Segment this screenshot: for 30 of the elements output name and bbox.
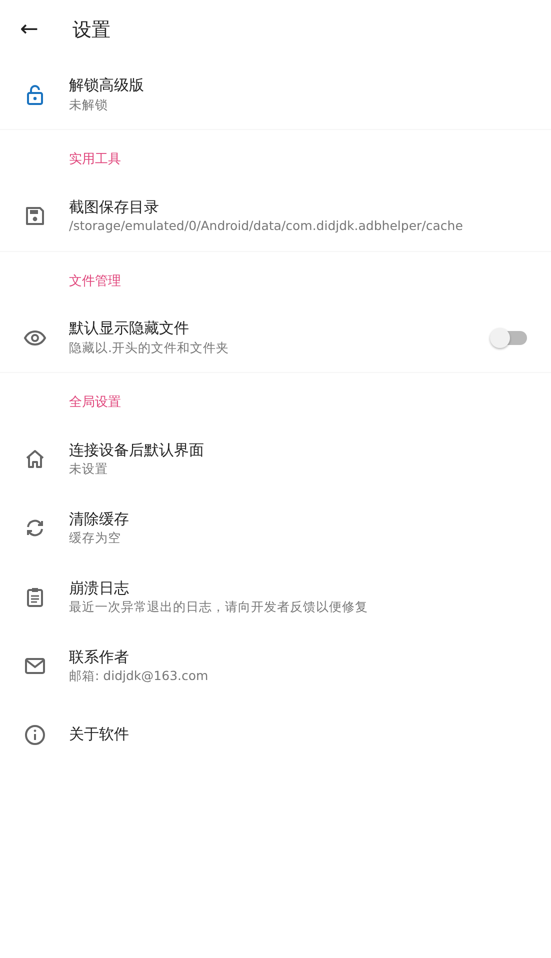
- settings-item[interactable]: 截图保存目录 /storage/emulated/0/Android/data/com.didjdk.adbhelper/cache: [0, 182, 551, 250]
- section-header: 全局设置: [68, 394, 122, 412]
- item-subtitle: /storage/emulated/0/Android/data/com.didjdk.adbhelper/cache: [69, 217, 464, 234]
- settings-item[interactable]: 崩溃日志 最近一次异常退出的日志，请向开发者反馈以便修复: [0, 562, 551, 632]
- item-title: 连接设备后默认界面: [69, 440, 205, 460]
- settings-item[interactable]: 解锁高级版 未解锁: [0, 60, 551, 129]
- item-title: 关于软件: [69, 725, 130, 745]
- item-subtitle: 未解锁: [69, 96, 109, 113]
- item-title: 截图保存目录: [69, 198, 160, 217]
- item-subtitle: 隐藏以.开头的文件和文件夹: [69, 338, 230, 356]
- item-subtitle: 邮箱: didjdk@163.com: [69, 667, 210, 684]
- back-button[interactable]: ←: [16, 19, 42, 41]
- item-title: 清除缓存: [69, 510, 130, 529]
- settings-item[interactable]: 联系作者 邮箱: didjdk@163.com: [0, 632, 551, 700]
- item-title: 联系作者: [69, 648, 130, 667]
- section-header: 文件管理: [68, 272, 122, 290]
- settings-item[interactable]: 默认显示隐藏文件 隐藏以.开头的文件和文件夹: [0, 303, 551, 372]
- section-header: 实用工具: [68, 151, 122, 169]
- page-title: 设置: [72, 18, 110, 43]
- item-subtitle: 未设置: [69, 460, 109, 478]
- settings-item[interactable]: 关于软件: [0, 700, 551, 770]
- item-title: 解锁高级版: [69, 76, 145, 96]
- item-title: 默认显示隐藏文件: [69, 319, 190, 338]
- info-icon: [22, 723, 46, 747]
- toggle-switch[interactable]: [493, 330, 527, 344]
- item-subtitle: 缓存为空: [69, 529, 122, 546]
- settings-item[interactable]: 连接设备后默认界面 未设置: [0, 424, 551, 494]
- item-title: 崩溃日志: [69, 578, 130, 598]
- settings-item[interactable]: 清除缓存 缓存为空: [0, 494, 551, 562]
- item-subtitle: 最近一次异常退出的日志，请向开发者反馈以便修复: [69, 598, 369, 616]
